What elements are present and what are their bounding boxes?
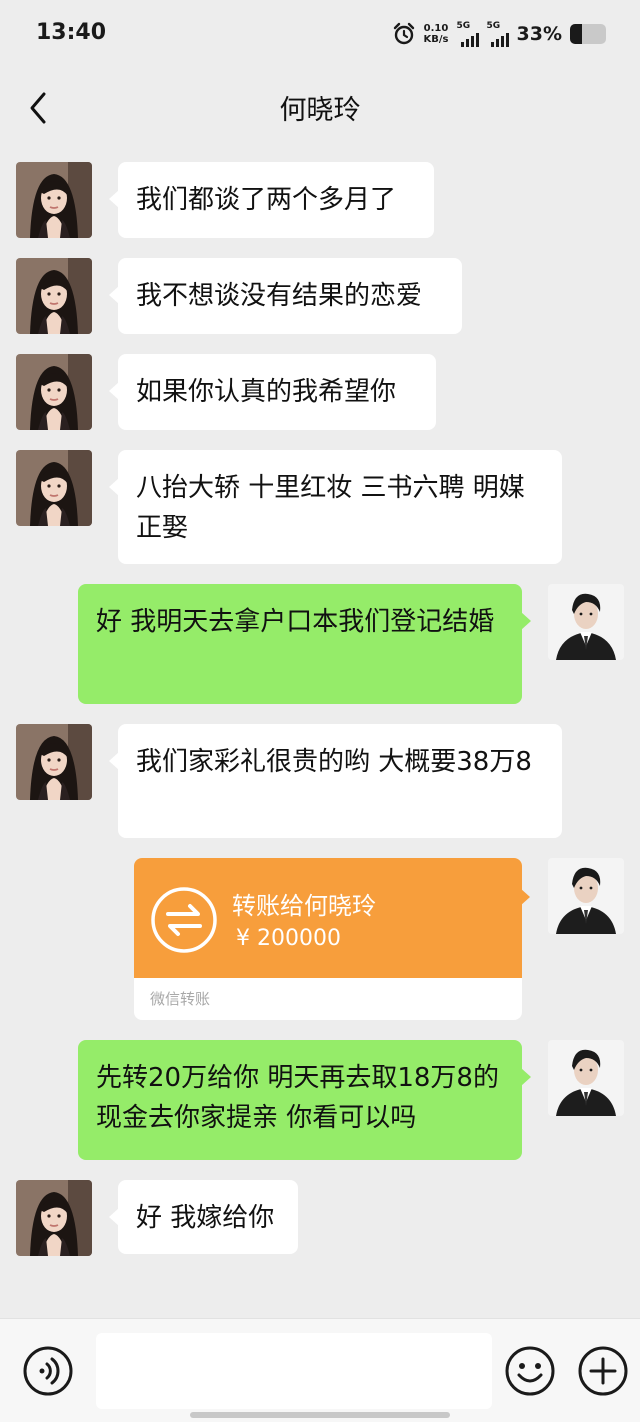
user-avatar[interactable] [548, 584, 624, 660]
message-input[interactable] [96, 1333, 492, 1409]
network-speed-unit: KB/s [423, 34, 449, 45]
incoming-message[interactable]: 如果你认真的我希望你 [109, 354, 436, 430]
status-bar: 13:40 0.10 KB/s 5G 5G 33% [0, 0, 640, 70]
network-speed-value: 0.10 [423, 23, 449, 34]
transfer-amount: ¥ 200000 [236, 926, 341, 951]
signal-2-label: 5G [486, 21, 501, 31]
signal-bars-icon [460, 33, 479, 47]
status-time: 13:40 [36, 20, 107, 45]
signal-strength-1: 5G [457, 21, 479, 47]
nav-bar: 何晓玲 [0, 70, 640, 145]
plus-icon[interactable] [577, 1345, 629, 1397]
chat-title: 何晓玲 [279, 95, 361, 126]
contact-avatar[interactable] [16, 258, 92, 334]
incoming-message[interactable]: 好 我嫁给你 [109, 1180, 298, 1254]
incoming-message[interactable]: 我们都谈了两个多月了 [109, 162, 434, 238]
contact-avatar[interactable] [16, 354, 92, 430]
battery-percent: 33% [516, 23, 562, 45]
incoming-message[interactable]: 八抬大轿 十里红妆 三书六聘 明媒正娶 [109, 450, 562, 564]
voice-icon[interactable] [22, 1345, 74, 1397]
emoji-icon[interactable] [504, 1345, 556, 1397]
transfer-card[interactable]: 转账给何晓玲 ¥ 200000 微信转账 [134, 858, 522, 1020]
contact-avatar[interactable] [16, 724, 92, 800]
user-avatar[interactable] [548, 858, 624, 934]
outgoing-message[interactable]: 好 我明天去拿户口本我们登记结婚 [78, 584, 531, 704]
incoming-message[interactable]: 我不想谈没有结果的恋爱 [109, 258, 462, 334]
home-indicator [190, 1412, 450, 1418]
alarm-clock-icon [393, 22, 414, 45]
transfer-title: 转账给何晓玲 [232, 892, 376, 920]
contact-avatar[interactable] [16, 162, 92, 238]
contact-avatar[interactable] [16, 450, 92, 526]
input-bar [0, 1318, 640, 1422]
network-speed: 0.10 KB/s [424, 23, 449, 45]
contact-avatar[interactable] [16, 1180, 92, 1256]
transfer-footer: 微信转账 [150, 990, 211, 1008]
status-indicators: 0.10 KB/s 5G 5G 33% [392, 18, 606, 50]
transfer-arrows-icon [151, 887, 217, 953]
battery-fill [570, 24, 582, 44]
signal-1-label: 5G [456, 21, 471, 31]
transfer-card-tail [520, 888, 530, 906]
signal-strength-2: 5G [487, 21, 509, 47]
battery-icon [570, 24, 606, 44]
incoming-message[interactable]: 我们家彩礼很贵的哟 大概要38万8 [109, 724, 562, 838]
signal-bars-icon [490, 33, 509, 47]
user-avatar[interactable] [548, 1040, 624, 1116]
outgoing-message[interactable]: 先转20万给你 明天再去取18万8的现金去你家提亲 你看可以吗 [78, 1040, 531, 1160]
transfer-card-header: 转账给何晓玲 ¥ 200000 [134, 858, 522, 978]
